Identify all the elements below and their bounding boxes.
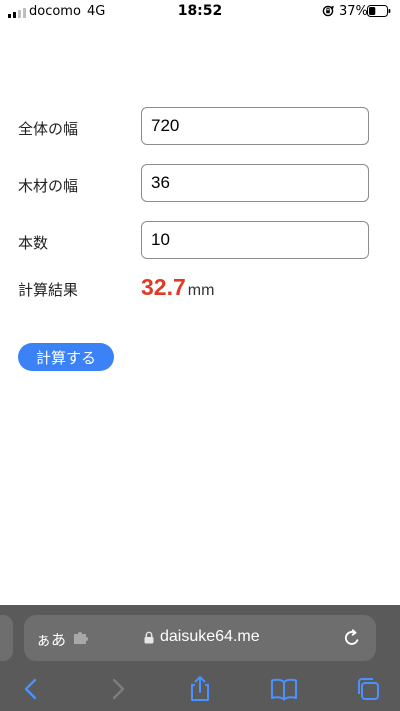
- forward-icon[interactable]: [104, 675, 132, 703]
- result-display: 32.7 mm: [141, 274, 214, 301]
- result-number: 32.7: [141, 274, 186, 300]
- address-bar[interactable]: ぁあ daisuke64.me: [24, 615, 376, 661]
- bookmarks-icon[interactable]: [270, 675, 298, 703]
- puzzle-extension-icon[interactable]: [72, 631, 90, 645]
- url-text[interactable]: daisuke64.me: [160, 628, 260, 646]
- lock-icon: [144, 631, 154, 644]
- reload-icon[interactable]: [342, 628, 362, 648]
- calculate-button[interactable]: 計算する: [18, 343, 114, 371]
- share-icon[interactable]: [186, 675, 214, 703]
- previous-tab-edge[interactable]: [0, 615, 13, 661]
- status-bar: docomo 4G 18:52 37%: [0, 0, 400, 24]
- safari-bottom-bar: ぁあ daisuke64.me: [0, 605, 400, 711]
- result-unit: mm: [187, 282, 215, 299]
- tabs-icon[interactable]: [354, 675, 382, 703]
- back-icon[interactable]: [17, 675, 45, 703]
- count-label: 本数: [18, 234, 49, 252]
- total-width-label: 全体の幅: [18, 120, 79, 138]
- result-label: 計算結果: [18, 281, 79, 299]
- total-width-input[interactable]: [141, 107, 369, 145]
- wood-width-label: 木材の幅: [18, 177, 79, 195]
- rotation-lock-icon: [322, 5, 334, 17]
- battery-percentage: 37%: [339, 4, 368, 19]
- text-size-button[interactable]: ぁあ: [36, 629, 66, 650]
- battery-icon: [367, 5, 391, 17]
- wood-width-input[interactable]: [141, 164, 369, 202]
- count-input[interactable]: [141, 221, 369, 259]
